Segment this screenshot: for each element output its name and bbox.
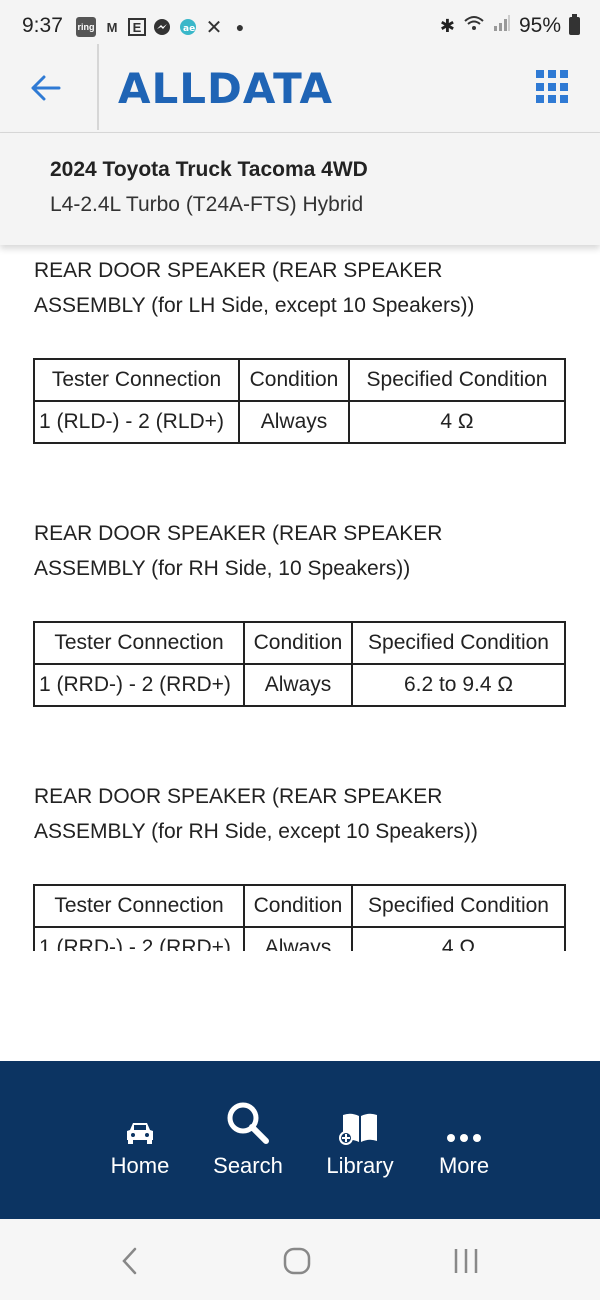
back-arrow-icon bbox=[31, 75, 61, 101]
nav-label: Search bbox=[213, 1153, 283, 1178]
column-header: Tester Connection bbox=[33, 884, 245, 928]
nav-label: Home bbox=[110, 1153, 170, 1178]
column-header: Condition bbox=[243, 884, 353, 928]
dot-icon: ● bbox=[235, 19, 245, 35]
signal-icon bbox=[493, 14, 511, 38]
table-cell: 6.2 to 9.4 Ω bbox=[351, 663, 566, 707]
vehicle-title: 2024 Toyota Truck Tacoma 4WD bbox=[50, 158, 368, 181]
column-header: Tester Connection bbox=[33, 358, 240, 402]
content-area[interactable]: REAR DOOR SPEAKER (REAR SPEAKER ASSEMBLY… bbox=[0, 245, 600, 951]
vehicle-engine: L4-2.4L Turbo (T24A-FTS) Hybrid bbox=[50, 193, 364, 216]
section-title: REAR DOOR SPEAKER (REAR SPEAKER ASSEMBLY… bbox=[34, 259, 475, 317]
status-time: 9:37 bbox=[22, 14, 63, 37]
table-cell: Always bbox=[238, 400, 350, 444]
bottom-nav: Home Search Library More bbox=[0, 1061, 600, 1219]
ring-icon: ring bbox=[76, 17, 96, 37]
nav-search[interactable]: Search bbox=[193, 1099, 303, 1179]
x-icon: ✕ bbox=[205, 16, 223, 39]
spec-table: Tester Connection Condition Specified Co… bbox=[33, 621, 566, 707]
table-cell: 1 (RRD-) - 2 (RRD+) bbox=[33, 926, 245, 951]
battery-icon bbox=[569, 14, 580, 35]
header-divider bbox=[97, 44, 99, 130]
system-nav bbox=[0, 1219, 600, 1300]
bluetooth-icon: ✱ bbox=[439, 15, 455, 36]
status-right: ✱ 95% bbox=[440, 14, 580, 38]
column-header: Condition bbox=[238, 358, 350, 402]
column-header: Specified Condition bbox=[351, 621, 566, 665]
notification-icons: ring M E ae ✕ ● bbox=[76, 16, 250, 39]
system-recents-button[interactable] bbox=[436, 1241, 496, 1281]
messenger-icon bbox=[152, 17, 172, 37]
car-icon bbox=[127, 1123, 153, 1144]
table-row: 1 (RRD-) - 2 (RRD+) Always 6.2 to 9.4 Ω bbox=[33, 663, 566, 707]
table-cell: 4 Ω bbox=[348, 400, 566, 444]
table-cell: Always bbox=[243, 926, 353, 951]
nav-library[interactable]: Library bbox=[305, 1099, 415, 1179]
search-icon bbox=[227, 1102, 269, 1144]
svg-text:ae: ae bbox=[183, 24, 195, 34]
table-cell: Always bbox=[243, 663, 353, 707]
nav-label: Library bbox=[326, 1153, 394, 1178]
table-cell: 4 Ω bbox=[351, 926, 566, 951]
app-header: ALLDATA bbox=[0, 44, 600, 133]
back-button[interactable] bbox=[20, 62, 72, 114]
column-header: Specified Condition bbox=[351, 884, 566, 928]
apps-grid-button[interactable] bbox=[536, 70, 570, 104]
column-header: Specified Condition bbox=[348, 358, 566, 402]
wifi-icon bbox=[463, 14, 485, 38]
vehicle-info: 2024 Toyota Truck Tacoma 4WD L4-2.4L Tur… bbox=[0, 133, 600, 245]
nav-more[interactable]: More bbox=[409, 1099, 519, 1179]
alldata-logo: ALLDATA bbox=[118, 64, 334, 113]
spec-table: Tester Connection Condition Specified Co… bbox=[33, 358, 566, 444]
table-row: 1 (RRD-) - 2 (RRD+) Always 4 Ω bbox=[33, 926, 566, 951]
spec-table: Tester Connection Condition Specified Co… bbox=[33, 884, 566, 951]
table-cell: 1 (RLD-) - 2 (RLD+) bbox=[33, 400, 240, 444]
system-back-button[interactable] bbox=[100, 1241, 160, 1281]
table-header-row: Tester Connection Condition Specified Co… bbox=[33, 621, 566, 665]
table-row: 1 (RLD-) - 2 (RLD+) Always 4 Ω bbox=[33, 400, 566, 444]
column-header: Tester Connection bbox=[33, 621, 245, 665]
gmail-icon: M bbox=[106, 19, 118, 35]
nav-home[interactable]: Home bbox=[85, 1099, 195, 1179]
more-icon bbox=[447, 1134, 481, 1142]
battery-level: 95% bbox=[518, 14, 561, 37]
chevron-left-icon bbox=[122, 1247, 137, 1275]
column-header: Condition bbox=[243, 621, 353, 665]
app-icon: ae bbox=[178, 17, 198, 37]
section-title: REAR DOOR SPEAKER (REAR SPEAKER ASSEMBLY… bbox=[34, 522, 443, 580]
table-cell: 1 (RRD-) - 2 (RRD+) bbox=[33, 663, 245, 707]
system-home-button[interactable] bbox=[267, 1241, 327, 1281]
grid-icon bbox=[536, 70, 544, 78]
library-icon bbox=[339, 1113, 377, 1145]
table-header-row: Tester Connection Condition Specified Co… bbox=[33, 358, 566, 402]
home-circle-icon bbox=[283, 1247, 311, 1275]
table-header-row: Tester Connection Condition Specified Co… bbox=[33, 884, 566, 928]
section-title: REAR DOOR SPEAKER (REAR SPEAKER ASSEMBLY… bbox=[34, 785, 478, 843]
news-icon: E bbox=[128, 18, 146, 36]
nav-label: More bbox=[438, 1153, 490, 1178]
recents-icon bbox=[454, 1249, 478, 1273]
